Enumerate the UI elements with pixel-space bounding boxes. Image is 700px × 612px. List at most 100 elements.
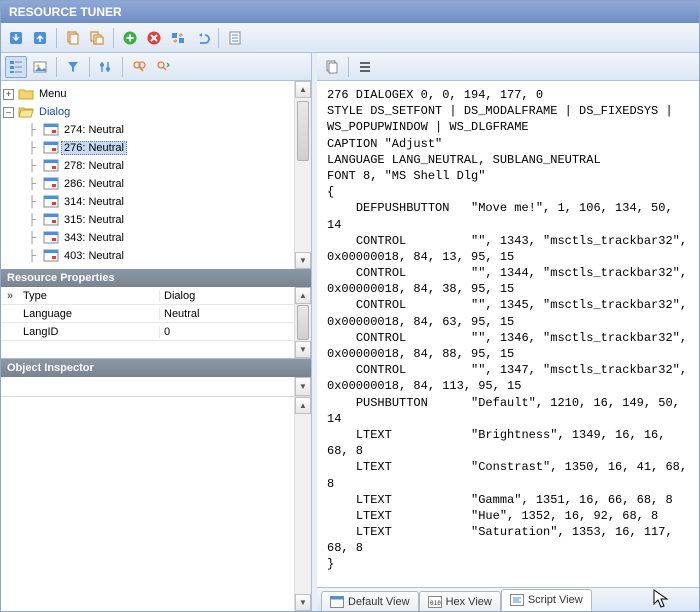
copy-button[interactable]: [321, 56, 343, 78]
object-inspector-header: Object Inspector: [1, 359, 311, 377]
left-pane: + Menu – Dialog ├ 274: Neutral: [1, 53, 312, 611]
script-code-view[interactable]: 276 DIALOGEX 0, 0, 194, 177, 0 STYLE DS_…: [317, 81, 699, 587]
resource-properties-header: Resource Properties: [1, 269, 311, 287]
tree-item[interactable]: ├ 278: Neutral: [3, 157, 309, 175]
image-view-button[interactable]: [29, 56, 51, 78]
row-handle-icon: »: [1, 290, 19, 302]
script-icon: [510, 594, 524, 606]
tree-line: ├: [23, 160, 41, 172]
props-scrollbar[interactable]: ▲ ▼: [294, 287, 311, 358]
collapse-icon[interactable]: –: [3, 107, 14, 118]
scroll-down-icon[interactable]: ▼: [295, 594, 311, 611]
prop-row[interactable]: Language Neutral: [1, 305, 294, 323]
right-pane: 276 DIALOGEX 0, 0, 194, 177, 0 STYLE DS_…: [317, 53, 699, 611]
dialog-icon: [43, 213, 59, 227]
folder-icon: [18, 87, 34, 101]
prop-row[interactable]: LangID 0: [1, 323, 294, 341]
dialog-icon: [43, 195, 59, 209]
inspector-scrollbar[interactable]: ▲ ▼: [294, 397, 311, 611]
tree-item-label: 403: Neutral: [61, 249, 127, 263]
prop-value: Neutral: [159, 308, 294, 320]
copy-single-button[interactable]: [62, 27, 84, 49]
main-area: + Menu – Dialog ├ 274: Neutral: [1, 53, 699, 611]
separator: [122, 57, 123, 77]
tab-label: Script View: [528, 594, 583, 606]
swap-button[interactable]: [167, 27, 189, 49]
tree-item-selected[interactable]: ├ 276: Neutral: [3, 139, 309, 157]
view-tabs: Default View 0101 Hex View Script View: [317, 587, 699, 611]
separator: [89, 57, 90, 77]
tree-content: + Menu – Dialog ├ 274: Neutral: [1, 81, 311, 269]
resource-properties-panel: » Type Dialog Language Neutral LangID 0 …: [1, 287, 311, 359]
tab-hex-view[interactable]: 0101 Hex View: [419, 591, 501, 611]
add-button[interactable]: [119, 27, 141, 49]
tree-line: ├: [23, 214, 41, 226]
tree-item-label: 274: Neutral: [61, 123, 127, 137]
title-bar: RESOURCE TUNER: [1, 1, 699, 23]
tree-item[interactable]: ├ 403: Neutral: [3, 247, 309, 265]
tree-item[interactable]: ├ 315: Neutral: [3, 211, 309, 229]
scroll-up-icon[interactable]: ▲: [295, 287, 311, 304]
tree-item-label: 315: Neutral: [61, 213, 127, 227]
prop-key: LangID: [19, 326, 159, 338]
prop-value: 0: [159, 326, 294, 338]
filter-button[interactable]: [62, 56, 84, 78]
window-icon: [330, 596, 344, 608]
prop-key: Language: [19, 308, 159, 320]
tune-button[interactable]: [95, 56, 117, 78]
separator: [113, 28, 114, 48]
tree-line: ├: [23, 196, 41, 208]
scroll-up-icon[interactable]: ▲: [295, 397, 311, 414]
svg-text:0101: 0101: [430, 600, 442, 607]
tree-item[interactable]: ├ 286: Neutral: [3, 175, 309, 193]
object-inspector-panel: ▼ ▲ ▼: [1, 377, 311, 611]
inspector-dropdown[interactable]: ▼: [1, 377, 311, 397]
main-toolbar: [1, 23, 699, 53]
tree-line: ├: [23, 124, 41, 136]
tab-label: Default View: [348, 596, 410, 608]
separator: [218, 28, 219, 48]
upload-button[interactable]: [29, 27, 51, 49]
prop-value: Dialog: [159, 290, 294, 302]
tree-node-dialog[interactable]: – Dialog: [3, 103, 309, 121]
tree-view-button[interactable]: [5, 56, 27, 78]
lines-button[interactable]: [354, 56, 376, 78]
expand-icon[interactable]: +: [3, 89, 14, 100]
dialog-icon: [43, 159, 59, 173]
tree-node-menu[interactable]: + Menu: [3, 85, 309, 103]
resource-tree: + Menu – Dialog ├ 274: Neutral: [1, 81, 311, 269]
folder-open-icon: [18, 105, 34, 119]
find-button[interactable]: [128, 56, 150, 78]
tree-item-label: 314: Neutral: [61, 195, 127, 209]
tree-scrollbar[interactable]: ▲ ▼: [294, 81, 311, 269]
tree-item[interactable]: ├ 314: Neutral: [3, 193, 309, 211]
tree-line: ├: [23, 142, 41, 154]
tree-item-label: 286: Neutral: [61, 177, 127, 191]
scroll-down-icon[interactable]: ▼: [295, 341, 311, 358]
scroll-thumb[interactable]: [297, 101, 309, 161]
tab-script-view[interactable]: Script View: [501, 589, 592, 611]
separator: [56, 57, 57, 77]
prop-row[interactable]: » Type Dialog: [1, 287, 294, 305]
left-toolbar: [1, 53, 311, 81]
scroll-up-icon[interactable]: ▲: [295, 81, 311, 98]
tree-item-label: 278: Neutral: [61, 159, 127, 173]
tree-item[interactable]: ├ 274: Neutral: [3, 121, 309, 139]
remove-button[interactable]: [143, 27, 165, 49]
tree-item[interactable]: ├ 343: Neutral: [3, 229, 309, 247]
scroll-thumb[interactable]: [297, 305, 309, 340]
scroll-down-icon[interactable]: ▼: [295, 252, 311, 269]
tree-line: ├: [23, 178, 41, 190]
list-button[interactable]: [224, 27, 246, 49]
tree-item-label: 276: Neutral: [61, 141, 127, 155]
tab-label: Hex View: [446, 596, 492, 608]
dropdown-icon[interactable]: ▼: [295, 377, 311, 396]
undo-button[interactable]: [191, 27, 213, 49]
download-button[interactable]: [5, 27, 27, 49]
separator: [56, 28, 57, 48]
tree-label: Dialog: [36, 105, 73, 119]
tree-line: ├: [23, 250, 41, 262]
tab-default-view[interactable]: Default View: [321, 591, 419, 611]
find-replace-button[interactable]: [152, 56, 174, 78]
copy-multi-button[interactable]: [86, 27, 108, 49]
